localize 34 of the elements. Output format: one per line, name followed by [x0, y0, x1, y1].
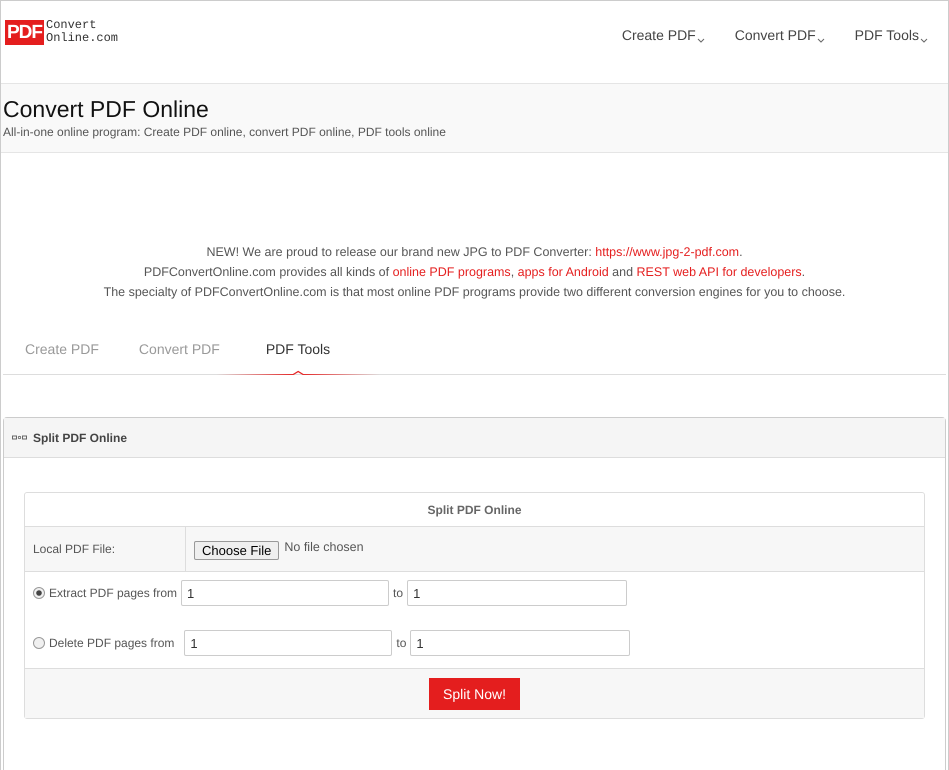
- to-page-field[interactable]: 1: [410, 630, 630, 656]
- logo-text: Online.com: [46, 32, 118, 45]
- from-page-field[interactable]: 1: [184, 630, 392, 656]
- field-label: Local PDF File:: [25, 527, 186, 571]
- caret-icon: [816, 38, 825, 43]
- radio-button[interactable]: [33, 637, 45, 649]
- to-label: to: [393, 586, 404, 600]
- text-link[interactable]: REST web API for developers: [636, 265, 802, 279]
- panel-title: Split PDF Online: [33, 430, 128, 444]
- nav-menu-item[interactable]: PDF Tools: [854, 27, 919, 43]
- option-label: Delete PDF pages from: [49, 636, 174, 650]
- to-page-field[interactable]: 1: [407, 580, 628, 606]
- intro-text: NEW! We are proud to release our brand new JPG to PDF Converter: https://www.jpg-2-pdf.com.: [205, 244, 744, 261]
- text-link[interactable]: online PDF programs: [392, 265, 511, 279]
- page-subtitle: All-in-one online program: Create PDF online, convert PDF online, PDF tools online: [3, 125, 447, 139]
- caret-icon: [696, 38, 705, 43]
- intro-text: PDFConvertOnline.com provides all kinds of online PDF programs, apps for Android and REST web API for developers.: [142, 264, 806, 281]
- option-label: Extract PDF pages from: [49, 586, 178, 600]
- intro-text: The specialty of PDFConvertOnline.com is that most online PDF programs provide two different conversion engines for you to choose.: [102, 284, 846, 301]
- logo-text: Convert: [46, 19, 98, 32]
- to-label: to: [396, 636, 406, 650]
- text-link[interactable]: apps for Android: [518, 265, 609, 279]
- split-now-button[interactable]: Split Now!: [428, 678, 520, 710]
- from-page-field[interactable]: 1: [181, 580, 390, 606]
- file-status: No file chosen: [284, 540, 364, 554]
- logo-badge[interactable]: PDF: [5, 20, 44, 44]
- text-link[interactable]: https://www.jpg-2-pdf.com: [595, 245, 740, 259]
- split-icon: [12, 435, 27, 440]
- caret-icon: [920, 38, 928, 43]
- nav-menu-item[interactable]: Convert PDF: [734, 27, 816, 43]
- page-title: Convert PDF Online: [3, 96, 210, 122]
- choose-file-button[interactable]: Choose File: [194, 541, 280, 560]
- nav-menu-item[interactable]: Create PDF: [622, 27, 696, 43]
- radio-button[interactable]: [33, 587, 45, 599]
